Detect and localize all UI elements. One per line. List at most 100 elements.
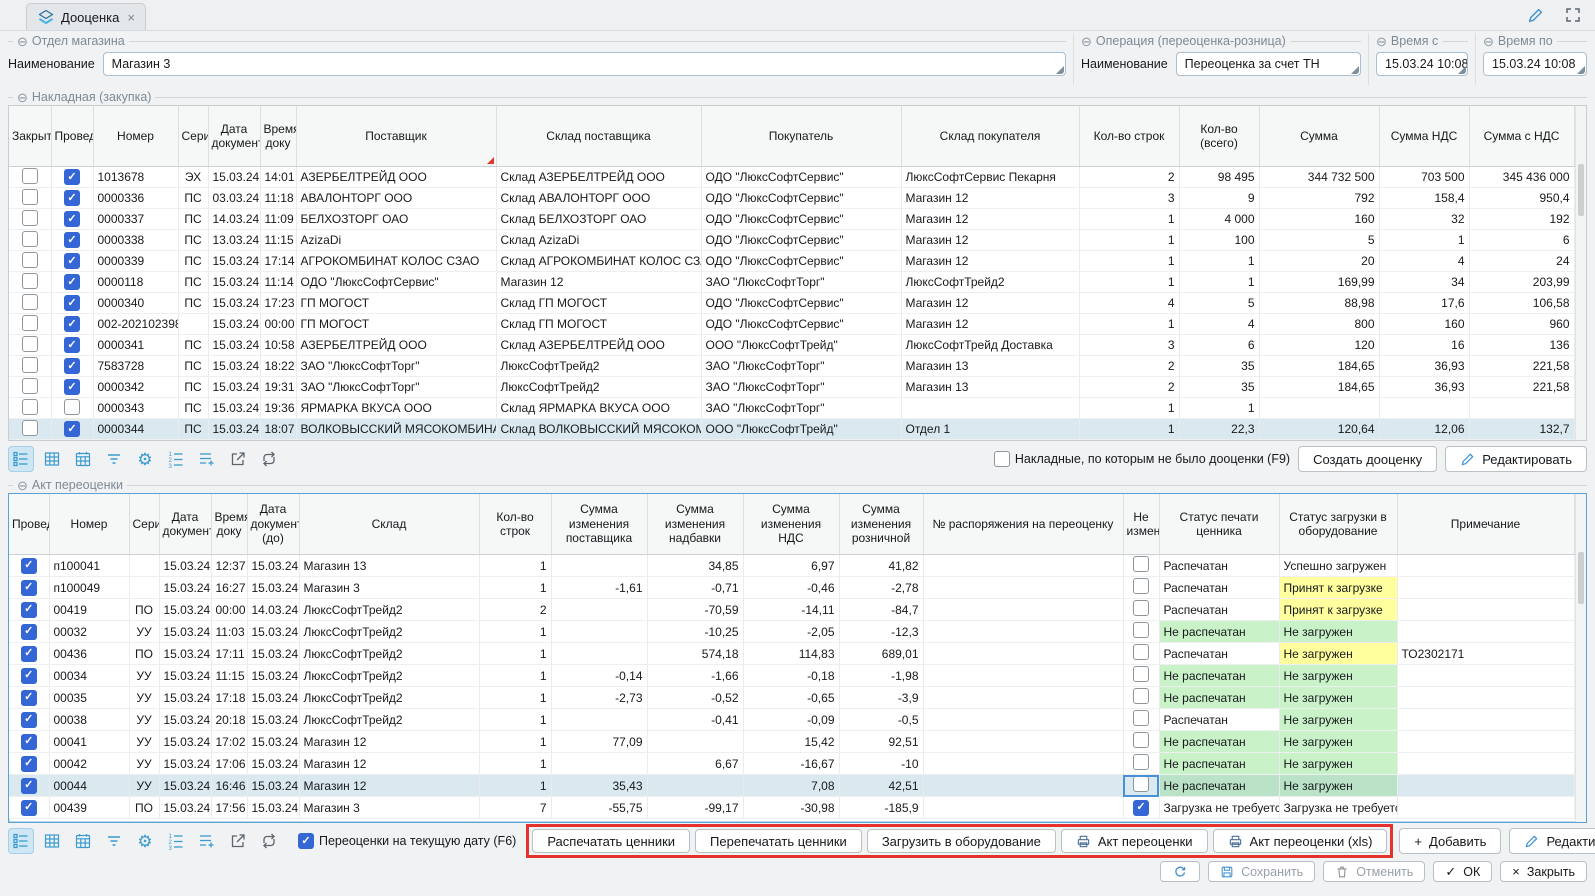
cell-posted[interactable]	[9, 731, 49, 753]
cell-buyer[interactable]: ЗАО "ЛюксСофтТорг"	[701, 398, 901, 419]
closed-checkbox[interactable]	[22, 378, 38, 394]
collapse-icon[interactable]: ⊖	[1376, 35, 1387, 48]
cell-order-number[interactable]	[923, 753, 1123, 775]
act-report-button[interactable]: Акт переоценки	[1061, 829, 1208, 853]
reload-icon[interactable]	[256, 828, 282, 854]
closed-checkbox[interactable]	[22, 210, 38, 226]
cell-sum-markup[interactable]: -10,25	[647, 621, 743, 643]
cell-number[interactable]: 00419	[49, 599, 129, 621]
cell-sum-with-vat[interactable]: 345 436 000	[1469, 167, 1574, 188]
cell-supplier[interactable]: ГП МОГОСТ	[296, 293, 496, 314]
cell-buyer-warehouse[interactable]: Магазин 12	[901, 251, 1079, 272]
posted-checkbox[interactable]	[64, 190, 80, 206]
cell-doc-date[interactable]: 15.03.24	[159, 555, 211, 577]
no-markup-filter-checkbox[interactable]: Накладные, по которым не было дооценки (…	[994, 451, 1290, 467]
no-change-checkbox[interactable]	[1133, 622, 1149, 638]
cell-note[interactable]	[1397, 709, 1574, 731]
cell-doc-time[interactable]: 16:27	[211, 577, 247, 599]
closed-checkbox[interactable]	[22, 357, 38, 373]
no-change-checkbox[interactable]	[1133, 666, 1149, 682]
cell-number[interactable]: п100041	[49, 555, 129, 577]
closed-checkbox[interactable]	[22, 168, 38, 184]
close-button[interactable]: × Закрыть	[1500, 861, 1587, 882]
cell-line-count[interactable]: 1	[1079, 230, 1179, 251]
cell-posted[interactable]	[51, 251, 93, 272]
cell-line-count[interactable]: 7	[479, 797, 551, 819]
cell-closed[interactable]	[9, 272, 51, 293]
export-icon[interactable]	[225, 446, 251, 472]
cell-series[interactable]: ПС	[178, 293, 208, 314]
posted-checkbox[interactable]	[64, 253, 80, 269]
cell-order-number[interactable]	[923, 643, 1123, 665]
cell-posted[interactable]	[9, 665, 49, 687]
cell-supplier-warehouse[interactable]: Магазин 12	[496, 272, 701, 293]
cell-sum-vat[interactable]: 36,93	[1379, 377, 1469, 398]
cell-sum-supplier[interactable]: -0,14	[551, 665, 647, 687]
cell-doc-date[interactable]: 15.03.24	[208, 272, 260, 293]
cell-series[interactable]: ПС	[178, 377, 208, 398]
checkbox[interactable]	[994, 451, 1010, 467]
cell-doc-date-to[interactable]: 15.03.24	[247, 797, 299, 819]
dropdown-fold-icon[interactable]	[1577, 66, 1585, 74]
store-name-input[interactable]: Магазин 3	[103, 52, 1066, 76]
cell-note[interactable]	[1397, 687, 1574, 709]
no-change-checkbox[interactable]	[1133, 776, 1149, 792]
cell-doc-date-to[interactable]: 15.03.24	[247, 687, 299, 709]
col-header-number[interactable]: Номер	[49, 494, 129, 555]
cell-sum-retail[interactable]: -1,98	[839, 665, 923, 687]
cell-doc-time[interactable]: 11:15	[211, 665, 247, 687]
add-row-icon[interactable]	[194, 446, 220, 472]
invoice-table-row[interactable]: 7583728ПС15.03.2418:22ЗАО "ЛюксСофтТорг"…	[9, 356, 1574, 377]
cell-order-number[interactable]	[923, 599, 1123, 621]
cell-supplier[interactable]: ВОЛКОВЫССКИЙ МЯСОКОМБИНАТ	[296, 419, 496, 440]
cell-sum-with-vat[interactable]: 192	[1469, 209, 1574, 230]
cell-posted[interactable]	[9, 643, 49, 665]
scrollbar-thumb[interactable]	[1578, 552, 1585, 604]
cell-warehouse[interactable]: Магазин 12	[299, 731, 479, 753]
invoice-table-row[interactable]: 002-20210239815.03.2400:00ГП МОГОСТСклад…	[9, 314, 1574, 335]
refresh-button[interactable]	[1160, 861, 1200, 882]
cell-doc-time[interactable]: 17:02	[211, 731, 247, 753]
cell-series[interactable]: ПО	[129, 599, 159, 621]
cell-load-status[interactable]: Загрузка не требуется	[1279, 797, 1397, 819]
calendar-view-icon[interactable]	[70, 828, 96, 854]
cell-sum-vat[interactable]: 17,6	[1379, 293, 1469, 314]
cell-number[interactable]: 7583728	[93, 356, 178, 377]
create-markup-button[interactable]: Создать дооценку	[1298, 446, 1437, 472]
cell-sum-markup[interactable]: 6,67	[647, 753, 743, 775]
cell-number[interactable]: 00436	[49, 643, 129, 665]
cell-posted[interactable]	[51, 314, 93, 335]
col-header-warehouse[interactable]: Склад	[299, 494, 479, 555]
cell-sum-markup[interactable]	[647, 775, 743, 797]
cell-closed[interactable]	[9, 188, 51, 209]
closed-checkbox[interactable]	[22, 294, 38, 310]
col-header-sum-supplier[interactable]: Сумма изменения поставщика	[551, 494, 647, 555]
cell-posted[interactable]	[9, 555, 49, 577]
posted-checkbox[interactable]	[64, 358, 80, 374]
cell-series[interactable]: УУ	[129, 753, 159, 775]
cell-series[interactable]: УУ	[129, 665, 159, 687]
cell-series[interactable]: УУ	[129, 687, 159, 709]
cell-doc-time[interactable]: 20:18	[211, 709, 247, 731]
cell-sum-with-vat[interactable]: 132,7	[1469, 419, 1574, 440]
closed-checkbox[interactable]	[22, 189, 38, 205]
cell-series[interactable]: УУ	[129, 775, 159, 797]
cell-series[interactable]	[178, 314, 208, 335]
cell-posted[interactable]	[51, 293, 93, 314]
cell-series[interactable]: ПО	[129, 643, 159, 665]
cell-doc-time[interactable]: 17:06	[211, 753, 247, 775]
cell-supplier-warehouse[interactable]: ЛюксСофтТрейд2	[496, 377, 701, 398]
cell-buyer-warehouse[interactable]: Отдел 1	[901, 419, 1079, 440]
cancel-button[interactable]: Отменить	[1323, 861, 1425, 882]
cell-sum[interactable]: 5	[1259, 230, 1379, 251]
cell-sum-retail[interactable]: -0,5	[839, 709, 923, 731]
cell-print-status[interactable]: Распечатан	[1159, 599, 1279, 621]
cell-posted[interactable]	[9, 687, 49, 709]
cell-closed[interactable]	[9, 398, 51, 419]
posted-checkbox[interactable]	[21, 756, 37, 772]
cell-number[interactable]: 00034	[49, 665, 129, 687]
cell-posted[interactable]	[51, 272, 93, 293]
col-header-line-count[interactable]: Кол-во строк	[1079, 106, 1179, 167]
cell-print-status[interactable]: Распечатан	[1159, 555, 1279, 577]
closed-checkbox[interactable]	[22, 420, 38, 436]
